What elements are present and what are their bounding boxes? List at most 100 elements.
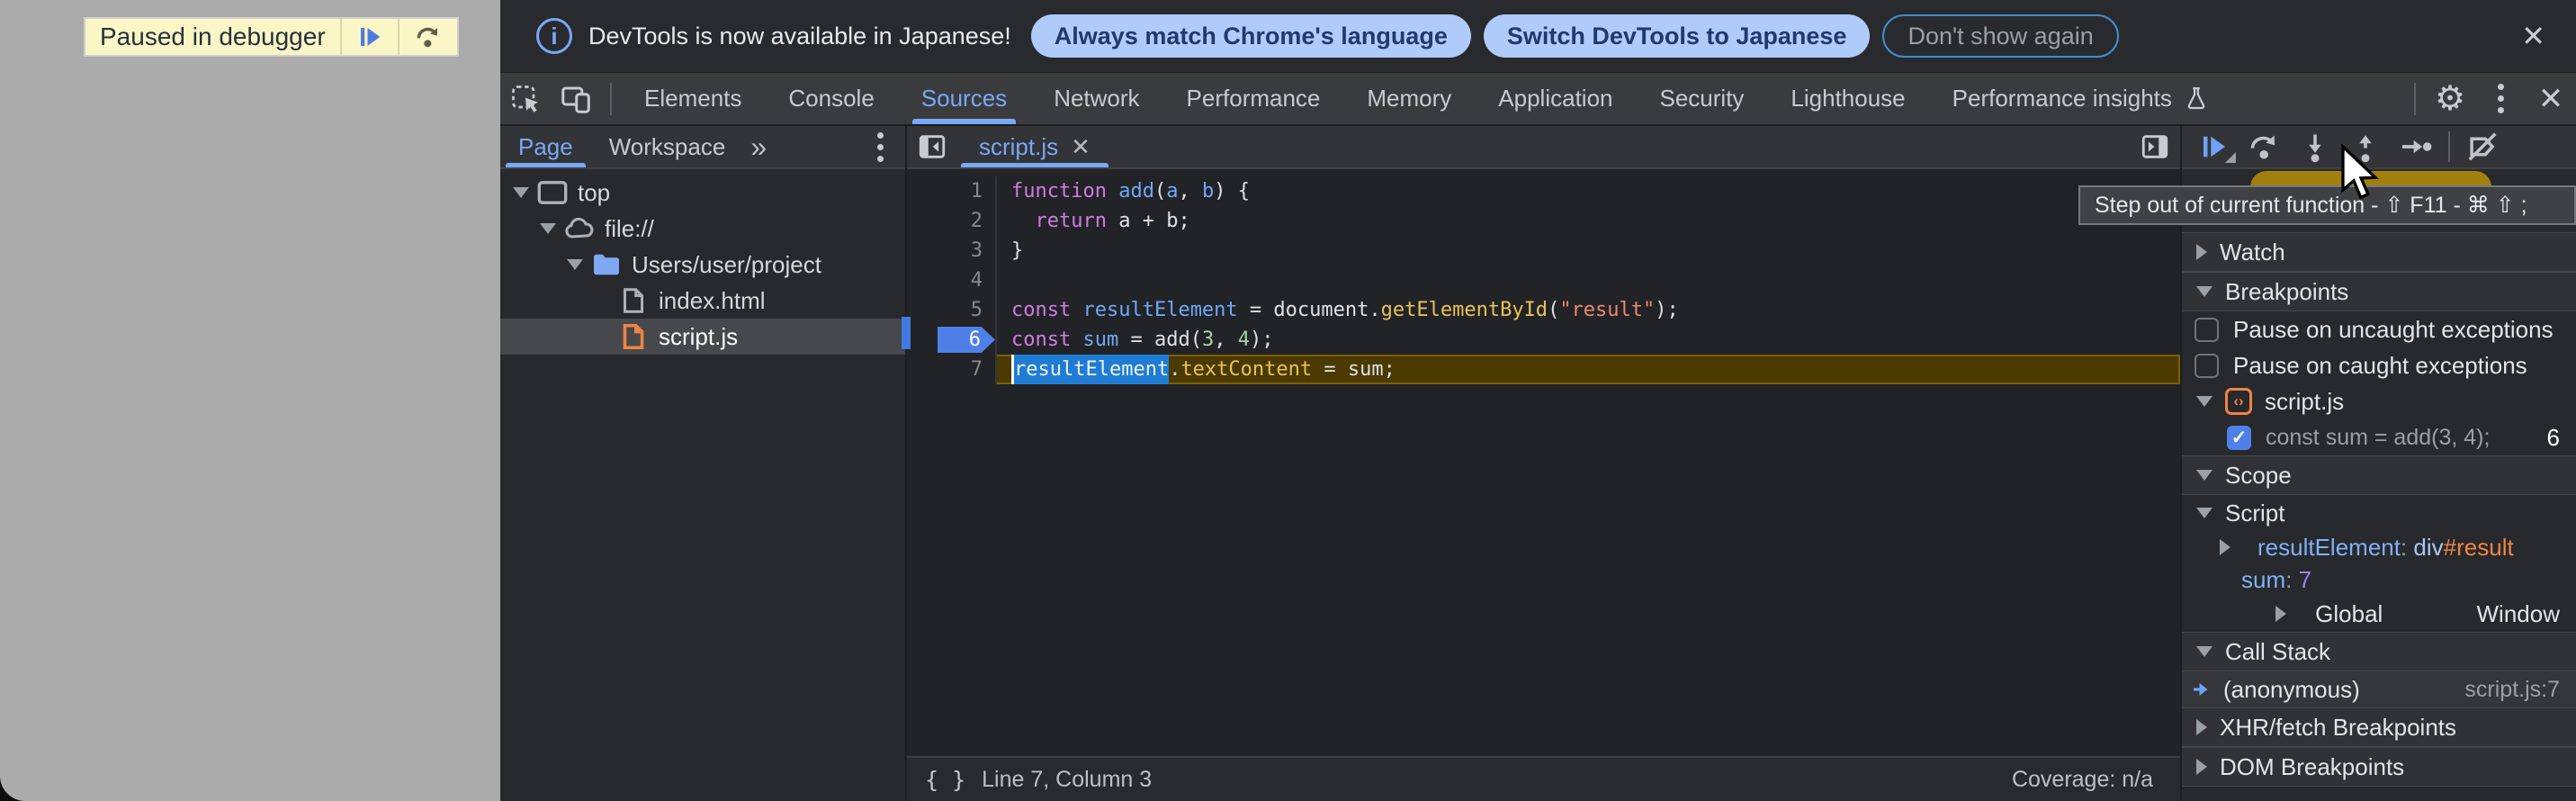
switch-devtools-japanese-button[interactable]: Switch DevTools to Japanese — [1484, 14, 1871, 58]
toolbar-divider — [2448, 131, 2450, 162]
tab-label: Security — [1660, 85, 1745, 112]
section-label: DOM Breakpoints — [2220, 753, 2404, 781]
tree-item-users-user-project[interactable]: Users/user/project — [500, 247, 905, 283]
match-chrome-language-button[interactable]: Always match Chrome's language — [1031, 14, 1471, 58]
settings-button[interactable]: ⚙ — [2427, 79, 2473, 119]
section-watch[interactable]: Watch — [2182, 232, 2576, 272]
panel-tabs: ElementsConsoleSourcesNetwork Performance… — [621, 73, 2233, 124]
triangle-down-icon — [540, 223, 556, 234]
tab-application[interactable]: Application — [1475, 73, 1636, 124]
checkbox[interactable]: ✓ — [2227, 426, 2251, 450]
tab-lighthouse[interactable]: Lighthouse — [1767, 73, 1928, 124]
scope-group-script[interactable]: Script — [2182, 495, 2576, 531]
divider-grip[interactable] — [902, 317, 911, 349]
step-into-button[interactable] — [2292, 127, 2338, 166]
line-number[interactable]: 5 — [907, 295, 997, 325]
scope-group-global[interactable]: GlobalWindow — [2182, 596, 2576, 632]
code-token: const — [1011, 295, 1071, 325]
code-token: ); — [1250, 325, 1274, 355]
tab-console[interactable]: Console — [765, 73, 897, 124]
section-xhr-fetch-breakpoints[interactable]: XHR/fetch Breakpoints — [2182, 707, 2576, 747]
hide-debugger-button[interactable] — [2132, 127, 2178, 166]
tree-item-index-html[interactable]: index.html — [500, 283, 905, 319]
close-icon: ✕ — [2521, 20, 2545, 52]
scope-variable-sum[interactable]: sum: 7 — [2182, 563, 2576, 596]
code-token: function — [1011, 176, 1107, 206]
step-button[interactable] — [2392, 127, 2439, 166]
tree-item-script-js[interactable]: script.js — [500, 319, 905, 355]
triangle-down-icon — [2196, 286, 2212, 297]
code-editor[interactable]: 1function add(a, b) {2 return a + b;3}45… — [907, 169, 2180, 756]
line-number[interactable]: 6 — [907, 325, 997, 355]
tab-memory[interactable]: Memory — [1343, 73, 1475, 124]
tab-label: Performance — [1187, 85, 1321, 112]
callstack-frame[interactable]: (anonymous)script.js:7 — [2182, 671, 2576, 707]
scope-group-label: Global — [2315, 600, 2383, 628]
code-token: add — [1118, 176, 1154, 206]
close-devtools-button[interactable]: ✕ — [2527, 79, 2574, 119]
code-token: ) { — [1214, 176, 1250, 206]
tab-label: Application — [1498, 85, 1612, 112]
breakpoint-group[interactable]: ‹›script.js — [2182, 383, 2576, 419]
toggle-device-toolbar-button[interactable] — [552, 79, 599, 119]
dont-show-again-button[interactable]: Don't show again — [1882, 14, 2118, 58]
hide-navigator-button[interactable] — [909, 127, 956, 166]
language-infobar: i DevTools is now available in Japanese!… — [500, 0, 2576, 72]
code-token: , — [1178, 176, 1202, 206]
tab-security[interactable]: Security — [1637, 73, 1768, 124]
code-token: = add( — [1118, 325, 1202, 355]
navigator-menu-button[interactable] — [857, 127, 903, 166]
line-number[interactable]: 1 — [907, 176, 997, 206]
editor-statusbar: { } Line 7, Column 3 Coverage: n/a — [907, 756, 2180, 801]
infobar-close-button[interactable]: ✕ — [2512, 19, 2554, 53]
breakpoint-marker[interactable]: 6 — [938, 327, 995, 353]
line-number[interactable]: 3 — [907, 236, 997, 266]
tab-workspace[interactable]: Workspace — [591, 126, 744, 167]
resume-button[interactable] — [2191, 127, 2238, 166]
section-scope[interactable]: Scope — [2182, 455, 2576, 495]
paused-in-debugger-badge: Paused in debugger — [84, 17, 459, 57]
step-over-button[interactable] — [2241, 127, 2288, 166]
editor-tab-scriptjs[interactable]: script.js ✕ — [957, 126, 1112, 167]
tree-item-top[interactable]: top — [500, 175, 905, 211]
tree-item-file-[interactable]: file:// — [500, 211, 905, 247]
file-icon — [615, 287, 651, 314]
active-frame-arrow-icon — [2191, 679, 2212, 700]
tab-elements[interactable]: Elements — [621, 73, 765, 124]
checkbox[interactable] — [2195, 354, 2219, 378]
more-tabs-button[interactable]: » — [743, 130, 774, 164]
section-label: Breakpoints — [2225, 278, 2348, 306]
section-call-stack[interactable]: Call Stack — [2182, 632, 2576, 671]
section-breakpoints[interactable]: Breakpoints — [2182, 272, 2576, 311]
tab-network[interactable]: Network — [1030, 73, 1162, 124]
customize-devtools-button[interactable] — [2477, 79, 2524, 119]
device-toolbar-icon — [560, 83, 592, 115]
checkbox[interactable] — [2195, 318, 2219, 342]
pretty-print-icon[interactable]: { } — [925, 767, 965, 793]
tab-performance-insights[interactable]: Performance insights — [1929, 73, 2233, 124]
section-dom-breakpoints[interactable]: DOM Breakpoints — [2182, 747, 2576, 787]
tab-page[interactable]: Page — [500, 126, 591, 167]
triangle-down-icon — [2196, 396, 2212, 407]
cursor-position-label: Line 7, Column 3 — [982, 767, 1152, 793]
breakpoint-entry[interactable]: ✓const sum = add(3, 4);6 — [2182, 419, 2576, 455]
close-icon[interactable]: ✕ — [1071, 133, 1091, 161]
devtools-window: i DevTools is now available in Japanese!… — [500, 0, 2576, 801]
deactivate-breakpoints-button[interactable] — [2459, 127, 2506, 166]
tab-performance[interactable]: Performance — [1163, 73, 1344, 124]
code-token: textContent — [1180, 355, 1312, 384]
line-number[interactable]: 7 — [907, 355, 997, 384]
line-number[interactable]: 2 — [907, 206, 997, 236]
inspect-element-button[interactable] — [502, 79, 549, 119]
breakpoint-file-label: script.js — [2265, 388, 2344, 416]
code-token — [1071, 295, 1082, 325]
tab-label: Memory — [1367, 85, 1451, 112]
tab-sources[interactable]: Sources — [898, 73, 1030, 124]
triangle-down-icon — [2196, 646, 2212, 657]
code-line: 4 — [907, 266, 2180, 295]
line-number[interactable]: 4 — [907, 266, 997, 295]
resume-script-button[interactable] — [340, 19, 398, 55]
step-over-button[interactable] — [398, 19, 457, 55]
scope-variable-resultelement[interactable]: resultElement: div#result — [2182, 531, 2576, 563]
tree-item-label: script.js — [659, 323, 738, 351]
